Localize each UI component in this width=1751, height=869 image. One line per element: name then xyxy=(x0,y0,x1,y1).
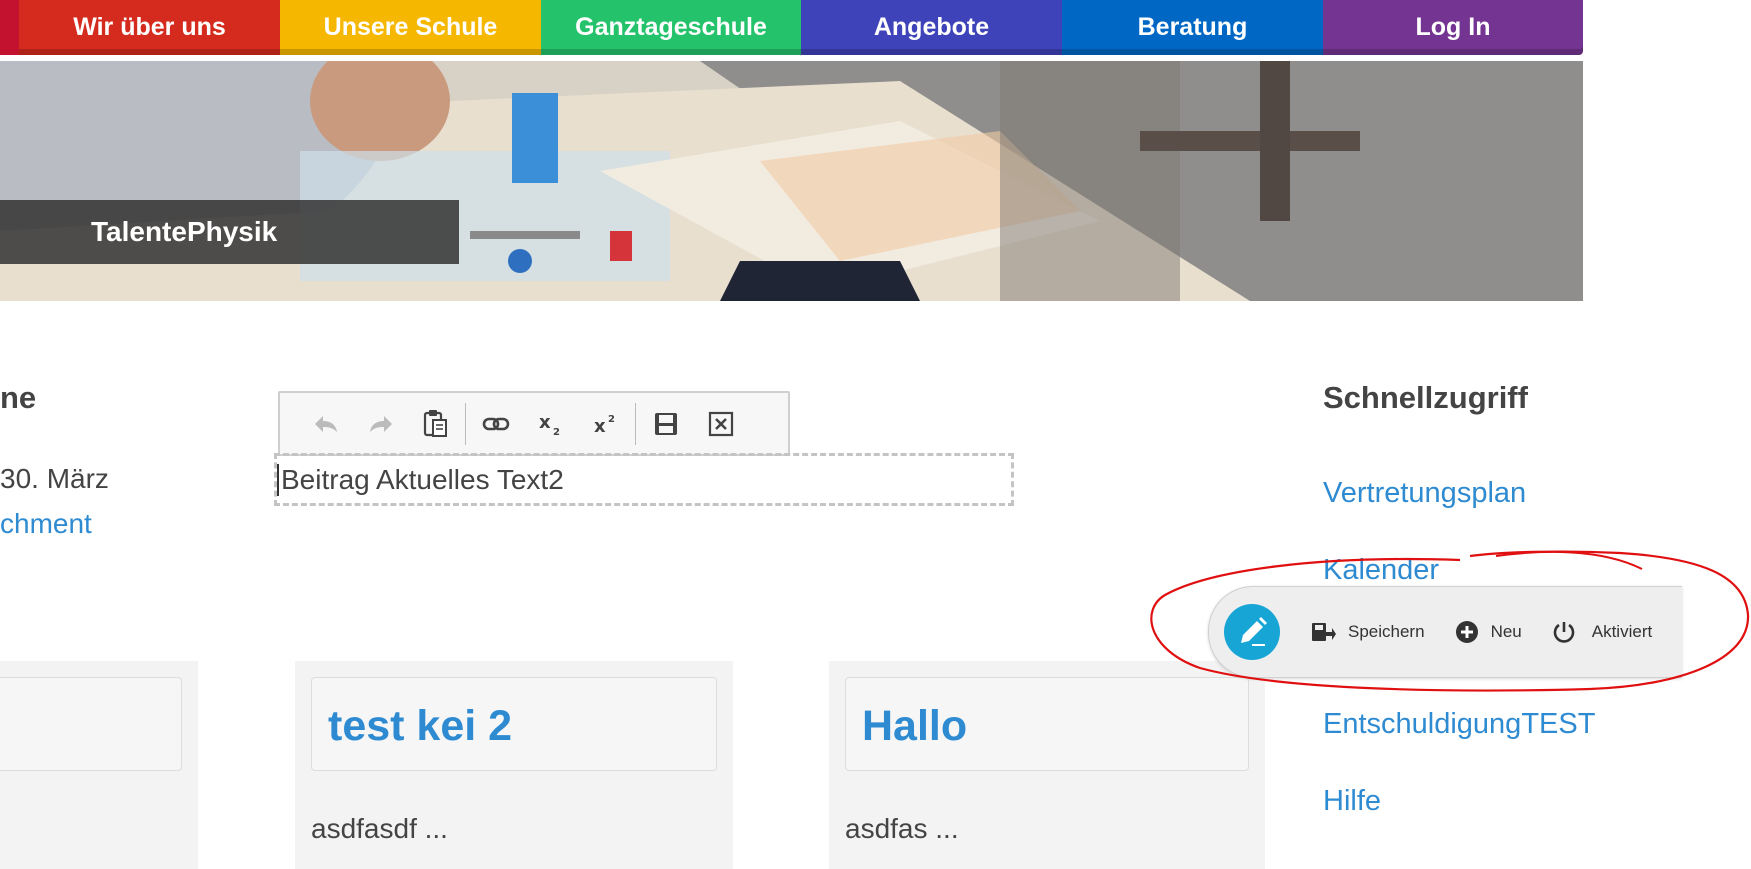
card-description: asdfas ... xyxy=(845,813,959,844)
card-title-box: Hallo xyxy=(845,677,1249,771)
superscript-icon[interactable]: x2 xyxy=(578,396,633,451)
news-card[interactable]: Hallo asdfas ... xyxy=(829,661,1265,869)
save-arrow-icon xyxy=(1312,623,1336,641)
main-nav: Wir über uns Unsere Schule Ganztageschul… xyxy=(0,0,1583,61)
paste-icon[interactable] xyxy=(408,396,463,451)
power-icon xyxy=(1553,622,1575,643)
redo-icon[interactable] xyxy=(353,396,408,451)
toolbar-separator xyxy=(635,402,636,445)
inline-editor-field[interactable]: Beitrag Aktuelles Text2 xyxy=(274,453,1014,506)
card-title[interactable]: test kei 2 xyxy=(328,702,512,751)
save-icon[interactable] xyxy=(638,396,693,451)
sidebar-heading: Schnellzugriff xyxy=(1323,380,1528,415)
hero-image: TalentePhysik xyxy=(0,61,1583,301)
card-title-box xyxy=(0,677,182,771)
save-label: Speichern xyxy=(1348,622,1425,641)
svg-text:2: 2 xyxy=(608,414,615,425)
nav-ganztageschule[interactable]: Ganztageschule xyxy=(541,0,801,55)
card-title[interactable]: Hallo xyxy=(862,702,967,751)
activate-toggle[interactable]: Aktiviert xyxy=(1552,620,1652,644)
svg-text:x: x xyxy=(594,416,606,437)
card-description: asdfasdf ... xyxy=(311,813,448,844)
nav-wir-ueber-uns[interactable]: Wir über uns xyxy=(19,0,280,55)
left-attachment-link[interactable]: chment xyxy=(0,508,92,540)
svg-text:x: x xyxy=(539,412,551,433)
new-button[interactable]: Neu xyxy=(1455,620,1522,644)
link-icon[interactable] xyxy=(468,396,523,451)
nav-beratung[interactable]: Beratung xyxy=(1062,0,1323,55)
news-card[interactable] xyxy=(0,661,198,869)
svg-text:2: 2 xyxy=(553,427,560,437)
nav-unsere-schule[interactable]: Unsere Schule xyxy=(280,0,541,55)
nav-angebote[interactable]: Angebote xyxy=(801,0,1062,55)
news-card[interactable]: test kei 2 asdfasdf ... xyxy=(295,661,733,869)
nav-edge xyxy=(0,0,19,55)
undo-icon[interactable] xyxy=(298,396,353,451)
subscript-icon[interactable]: x2 xyxy=(523,396,578,451)
editor-toolbar: x2 x2 xyxy=(278,391,790,456)
hero-caption: TalentePhysik xyxy=(0,200,459,264)
left-heading: ne xyxy=(0,380,37,415)
nav-log-in[interactable]: Log In xyxy=(1323,0,1583,55)
sidebar-link-hilfe[interactable]: Hilfe xyxy=(1323,785,1381,818)
close-icon[interactable] xyxy=(693,396,748,451)
left-date: 30. März xyxy=(0,463,109,494)
editor-content[interactable]: Beitrag Aktuelles Text2 xyxy=(277,463,564,496)
edit-pencil-icon[interactable] xyxy=(1224,604,1280,660)
toolbar-separator xyxy=(465,402,466,445)
active-label: Aktiviert xyxy=(1591,622,1653,641)
sidebar-link-kalender[interactable]: Kalender xyxy=(1323,554,1439,587)
new-label: Neu xyxy=(1490,622,1522,641)
floating-edit-bar: Speichern Neu Aktiviert xyxy=(1208,586,1682,678)
hero-photo xyxy=(0,61,1583,301)
save-button[interactable]: Speichern xyxy=(1310,620,1425,644)
sidebar-link-entschuldigung[interactable]: EntschuldigungTEST xyxy=(1323,708,1595,741)
sidebar-link-vertretungsplan[interactable]: Vertretungsplan xyxy=(1323,477,1526,510)
card-title-box: test kei 2 xyxy=(311,677,717,771)
plus-circle-icon xyxy=(1455,621,1478,643)
